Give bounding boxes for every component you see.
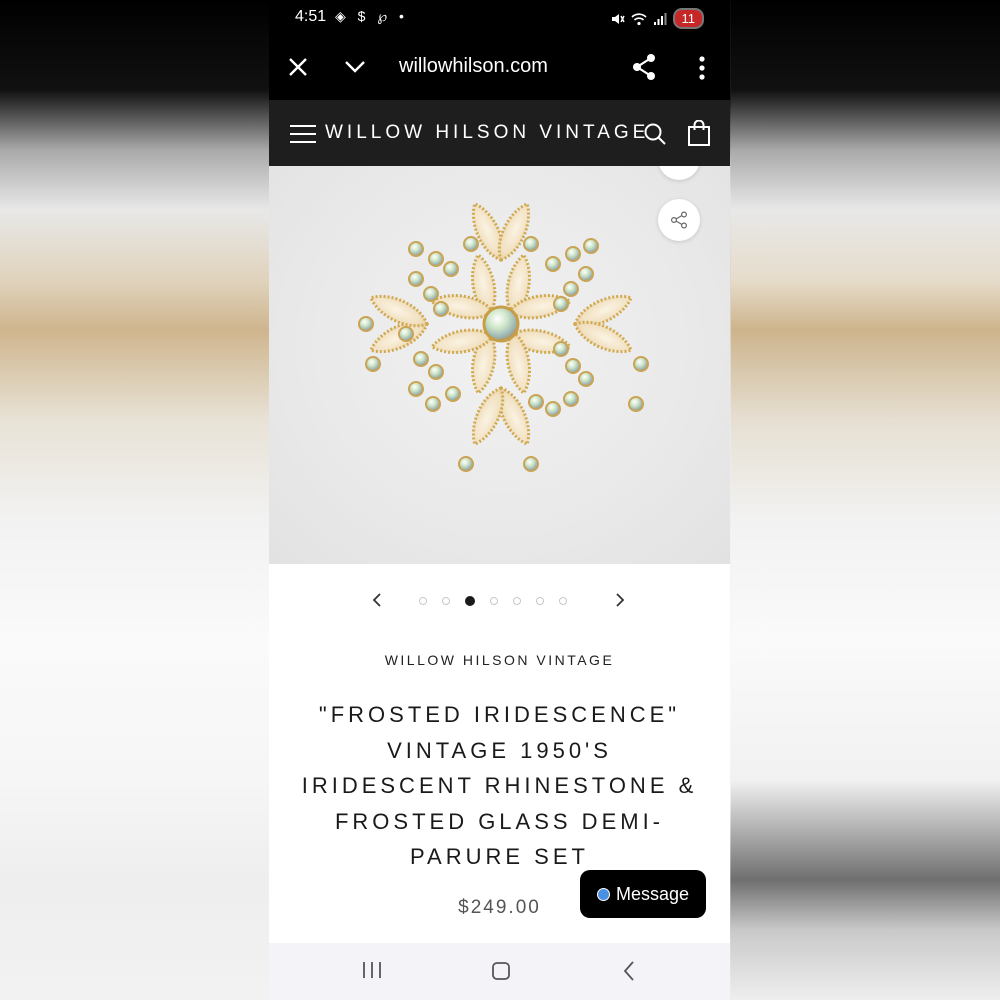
phone-screen: 4:51 ◈ $ ℘ • 11 willowhilson.com WILLOW … [269, 0, 730, 1000]
battery-indicator: 11 [672, 8, 704, 29]
gallery-dot[interactable] [536, 597, 544, 605]
message-button[interactable]: Message [580, 870, 706, 918]
gallery-dot[interactable] [442, 597, 450, 605]
system-navigation-bar [269, 943, 730, 1000]
mute-icon [611, 13, 625, 24]
search-icon[interactable] [643, 122, 667, 146]
hamburger-icon[interactable] [290, 125, 316, 143]
status-bar: 4:51 ◈ $ ℘ • 11 [269, 0, 730, 36]
gallery-dot[interactable] [559, 597, 567, 605]
image-share-button[interactable] [658, 199, 700, 241]
recent-apps-icon[interactable] [361, 960, 383, 980]
product-image[interactable] [269, 166, 730, 564]
signal-icon [653, 12, 666, 25]
gallery-dots [419, 596, 567, 606]
shopping-bag-icon[interactable] [687, 119, 711, 146]
product-vendor[interactable]: WILLOW HILSON VINTAGE [269, 652, 730, 668]
status-time: 4:51 [295, 8, 327, 25]
product-title: "FROSTED IRIDESCENCE" VINTAGE 1950'S IRI… [301, 702, 698, 869]
share-icon [670, 211, 688, 229]
chevron-right-icon [616, 593, 625, 607]
chevron-down-icon[interactable] [343, 54, 369, 80]
home-icon[interactable] [491, 961, 511, 981]
gallery-dot[interactable] [490, 597, 498, 605]
message-dot-icon [596, 887, 610, 901]
gallery-dot[interactable] [513, 597, 521, 605]
gallery-dot[interactable] [465, 596, 475, 606]
gallery-dot[interactable] [419, 597, 427, 605]
next-image-button[interactable] [614, 592, 626, 613]
background-blur-left [0, 0, 269, 1000]
message-label: Message [615, 883, 690, 904]
chevron-left-icon [372, 593, 381, 607]
site-header: WILLOW HILSON VINTAGE [269, 100, 730, 166]
notification-icons: ◈ $ ℘ • [335, 8, 408, 24]
system-icons: 11 [611, 8, 704, 29]
back-icon[interactable] [621, 959, 637, 983]
site-logo[interactable]: WILLOW HILSON VINTAGE [325, 122, 649, 144]
previous-image-button[interactable] [371, 592, 383, 613]
share-icon[interactable] [631, 53, 657, 81]
url-text[interactable]: willowhilson.com [399, 55, 548, 78]
more-vert-icon[interactable] [693, 54, 711, 82]
browser-toolbar: willowhilson.com [269, 36, 730, 100]
close-icon[interactable] [287, 52, 309, 82]
background-blur-right [731, 0, 1000, 1000]
wifi-icon [630, 12, 647, 25]
gallery-navigation [269, 584, 730, 620]
